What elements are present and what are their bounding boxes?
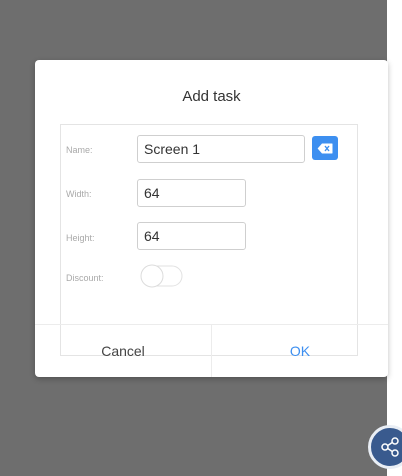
name-value: Screen 1 [144, 141, 201, 157]
height-value: 64 [144, 228, 160, 244]
ok-button[interactable]: OK [212, 325, 388, 377]
backspace-clear-icon [317, 143, 333, 153]
clear-name-button[interactable] [312, 136, 338, 160]
dialog-title: Add task [182, 88, 241, 105]
cancel-button[interactable]: Cancel [35, 325, 211, 377]
name-input[interactable]: Screen 1 [137, 135, 305, 163]
discount-toggle[interactable] [140, 263, 184, 289]
width-input[interactable]: 64 [137, 179, 246, 207]
right-edge-panel [387, 0, 402, 476]
width-label: Width: [66, 189, 92, 199]
discount-label: Discount: [66, 273, 104, 283]
height-label: Height: [66, 233, 95, 243]
height-input[interactable]: 64 [137, 222, 246, 250]
name-label: Name: [66, 145, 93, 155]
width-value: 64 [144, 185, 160, 201]
share-fab[interactable] [368, 425, 402, 469]
share-nodes-icon [381, 437, 399, 457]
